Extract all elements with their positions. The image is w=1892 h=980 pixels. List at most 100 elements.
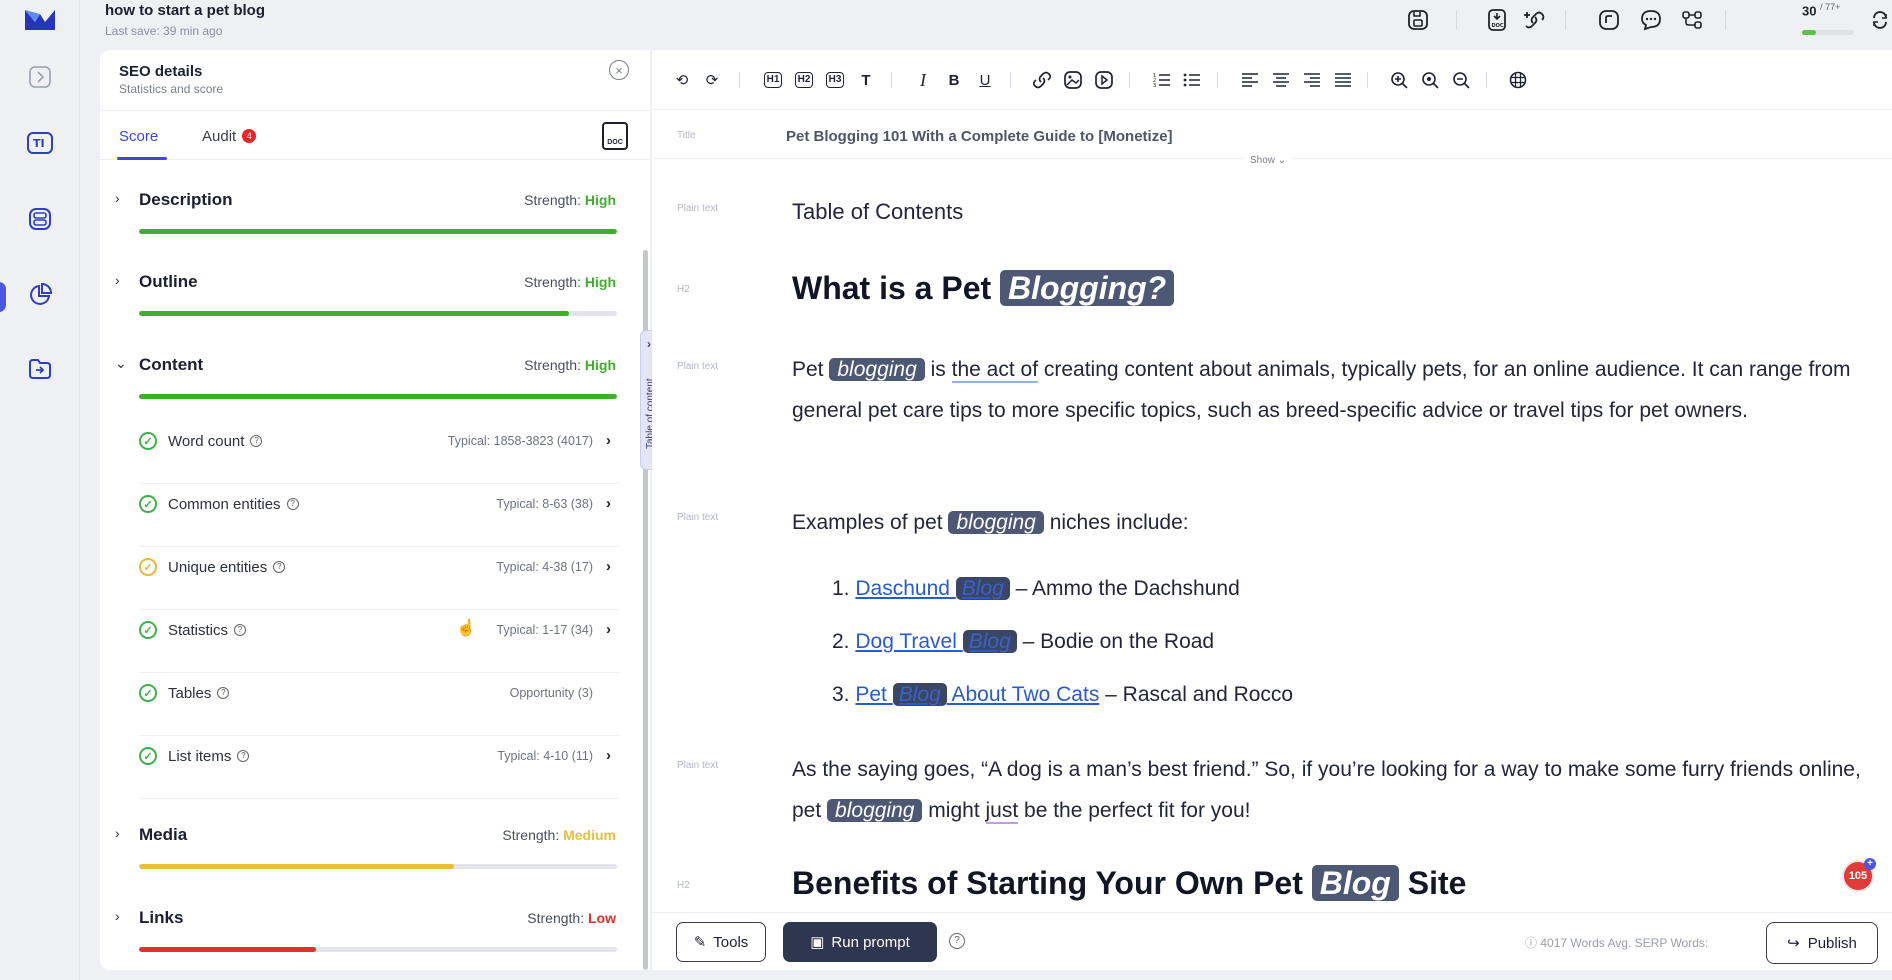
italic-icon[interactable]: I — [910, 67, 936, 93]
align-right-icon[interactable] — [1299, 67, 1325, 93]
zoom-in-icon[interactable] — [1386, 67, 1412, 93]
keyword-highlight[interactable]: Blog — [962, 630, 1017, 653]
tools-button[interactable]: ✎ Tools — [676, 922, 766, 962]
section-description[interactable]: › Description Strength: High — [100, 190, 640, 260]
keyword-highlight[interactable]: Blog — [955, 577, 1010, 600]
keyword-highlight[interactable]: blogging — [829, 358, 925, 381]
list-item[interactable]: 3. Pet Blog About Two Cats – Rascal and … — [832, 683, 1293, 707]
export-doc-icon[interactable]: DOC — [1483, 6, 1511, 34]
section-links[interactable]: › Links Strength: Low — [100, 908, 640, 970]
chevron-right-icon[interactable]: › — [606, 747, 611, 764]
info-icon[interactable]: ? — [273, 561, 286, 573]
chevron-right-icon[interactable]: › — [115, 908, 120, 924]
keyword-highlight[interactable]: Blog — [1311, 865, 1399, 901]
blog-link[interactable]: Pet Blog About Two Cats — [855, 683, 1099, 706]
content-metric-row[interactable]: ✓ List items? Typical: 4-10 (11) › — [139, 747, 619, 799]
tab-audit[interactable]: Audit 4 — [202, 128, 257, 145]
article-title-field[interactable]: Pet Blogging 101 With a Complete Guide t… — [786, 128, 1173, 145]
blog-link[interactable]: Dog Travel Blog — [855, 630, 1017, 653]
keyword-highlight[interactable]: Blog — [892, 683, 947, 706]
chevron-right-icon[interactable] — [25, 62, 55, 92]
content-metric-row[interactable]: ✓ Tables? Opportunity (3) — [139, 684, 619, 736]
heading-1-icon[interactable]: H1 — [760, 67, 786, 93]
list-item[interactable]: 1. Daschund Blog – Ammo the Dachshund — [832, 577, 1240, 601]
align-left-icon[interactable] — [1237, 67, 1263, 93]
pie-chart-icon[interactable] — [25, 280, 55, 310]
ordered-list-icon[interactable]: 123 — [1149, 67, 1175, 93]
suggestion-underline[interactable]: the act of — [951, 358, 1039, 383]
section-media[interactable]: › Media Strength: Medium — [100, 825, 640, 895]
zoom-out-icon[interactable] — [1448, 67, 1474, 93]
help-icon[interactable]: ? — [949, 933, 965, 949]
toc-heading[interactable]: Table of Contents — [792, 192, 1877, 233]
comment-icon[interactable] — [1637, 6, 1665, 34]
section-content[interactable]: ⌄ Content Strength: High — [100, 355, 640, 425]
heading-benefits[interactable]: Benefits of Starting Your Own Pet Blog S… — [792, 865, 1466, 902]
editor-toolbar: ⟲ ⟳ H1 H2 H3 T I B U 123 — [652, 50, 1892, 110]
keyword-highlight[interactable]: Blogging? — [1000, 270, 1175, 306]
info-icon[interactable]: ? — [237, 750, 250, 762]
section-name: Description — [139, 190, 233, 209]
redo-icon[interactable]: ⟳ — [699, 67, 725, 93]
paragraph-examples[interactable]: Examples of pet blogging niches include: — [792, 503, 1877, 544]
heading-3-icon[interactable]: H3 — [822, 67, 848, 93]
chevron-right-icon[interactable]: › — [115, 272, 120, 288]
strength-label: Strength: High — [524, 192, 616, 208]
save-icon[interactable] — [1404, 6, 1432, 34]
heading-2-icon[interactable]: H2 — [791, 67, 817, 93]
undo-icon[interactable]: ⟲ — [669, 67, 695, 93]
chevron-right-icon[interactable]: › — [115, 825, 120, 841]
list-item[interactable]: 2. Dog Travel Blog – Bodie on the Road — [832, 630, 1214, 654]
zoom-reset-icon[interactable] — [1417, 67, 1443, 93]
align-center-icon[interactable] — [1268, 67, 1294, 93]
info-icon[interactable]: ? — [250, 435, 263, 447]
content-metric-row[interactable]: ✓ Unique entities? Typical: 4-38 (17) › — [139, 558, 619, 610]
content-metric-row[interactable]: ✓ Statistics? Typical: 1-17 (34) › — [139, 621, 619, 673]
paragraph-intro[interactable]: Pet blogging is the act of creating cont… — [792, 350, 1877, 431]
text-tool-icon[interactable]: TI — [25, 128, 55, 158]
tab-score[interactable]: Score — [119, 128, 158, 145]
link-icon[interactable] — [1029, 67, 1055, 93]
logo-icon[interactable] — [25, 8, 55, 32]
keyword-highlight[interactable]: blogging — [948, 511, 1044, 534]
chevron-down-icon[interactable]: ⌄ — [115, 355, 127, 372]
underline-icon[interactable]: U — [972, 67, 998, 93]
video-icon[interactable] — [1091, 67, 1117, 93]
refresh-icon[interactable] — [1866, 6, 1892, 34]
chevron-right-icon[interactable]: › — [606, 621, 611, 638]
chevron-right-icon[interactable]: › — [606, 495, 611, 512]
info-icon[interactable]: ? — [234, 624, 247, 636]
layers-icon[interactable] — [25, 204, 55, 234]
heading-what-is[interactable]: What is a Pet Blogging? — [792, 270, 1175, 307]
bold-icon[interactable]: B — [941, 67, 967, 93]
add-link-icon[interactable] — [1520, 6, 1548, 34]
section-outline[interactable]: › Outline Strength: High — [100, 272, 640, 342]
content-metric-row[interactable]: ✓ Word count? Typical: 1858-3823 (4017) › — [139, 432, 619, 484]
close-icon[interactable]: × — [609, 60, 629, 80]
blog-link[interactable]: Daschund Blog — [855, 577, 1010, 600]
notification-badge[interactable]: 105 + — [1844, 858, 1876, 890]
keyword-highlight[interactable]: blogging — [827, 798, 923, 822]
chevron-right-icon[interactable]: › — [606, 558, 611, 575]
content-metric-row[interactable]: ✓ Common entities? Typical: 8-63 (38) › — [139, 495, 619, 547]
table-icon[interactable] — [1505, 67, 1531, 93]
chevron-right-icon[interactable]: › — [606, 432, 611, 449]
paragraph-text-icon[interactable]: T — [853, 67, 879, 93]
suggestion-underline[interactable]: just — [985, 798, 1019, 824]
chart-icon[interactable] — [1595, 6, 1623, 34]
info-icon[interactable]: ? — [286, 498, 299, 510]
bullet-list-icon[interactable] — [1179, 67, 1205, 93]
info-icon[interactable]: ? — [217, 687, 230, 699]
image-icon[interactable] — [1060, 67, 1086, 93]
align-justify-icon[interactable] — [1330, 67, 1356, 93]
publish-button[interactable]: ↪ Publish — [1766, 922, 1878, 964]
document-title[interactable]: how to start a pet blog — [105, 2, 265, 19]
folder-import-icon[interactable] — [25, 354, 55, 384]
paragraph-saying[interactable]: As the saying goes, “A dog is a man’s be… — [792, 750, 1877, 831]
chevron-right-icon[interactable]: › — [115, 190, 120, 206]
share-network-icon[interactable] — [1678, 6, 1706, 34]
metric-label: List items? — [168, 748, 250, 765]
show-toggle[interactable]: Show ⌄ — [1244, 155, 1293, 166]
download-doc-icon[interactable]: DOC — [602, 122, 628, 150]
run-prompt-button[interactable]: ▣ Run prompt — [783, 922, 937, 962]
